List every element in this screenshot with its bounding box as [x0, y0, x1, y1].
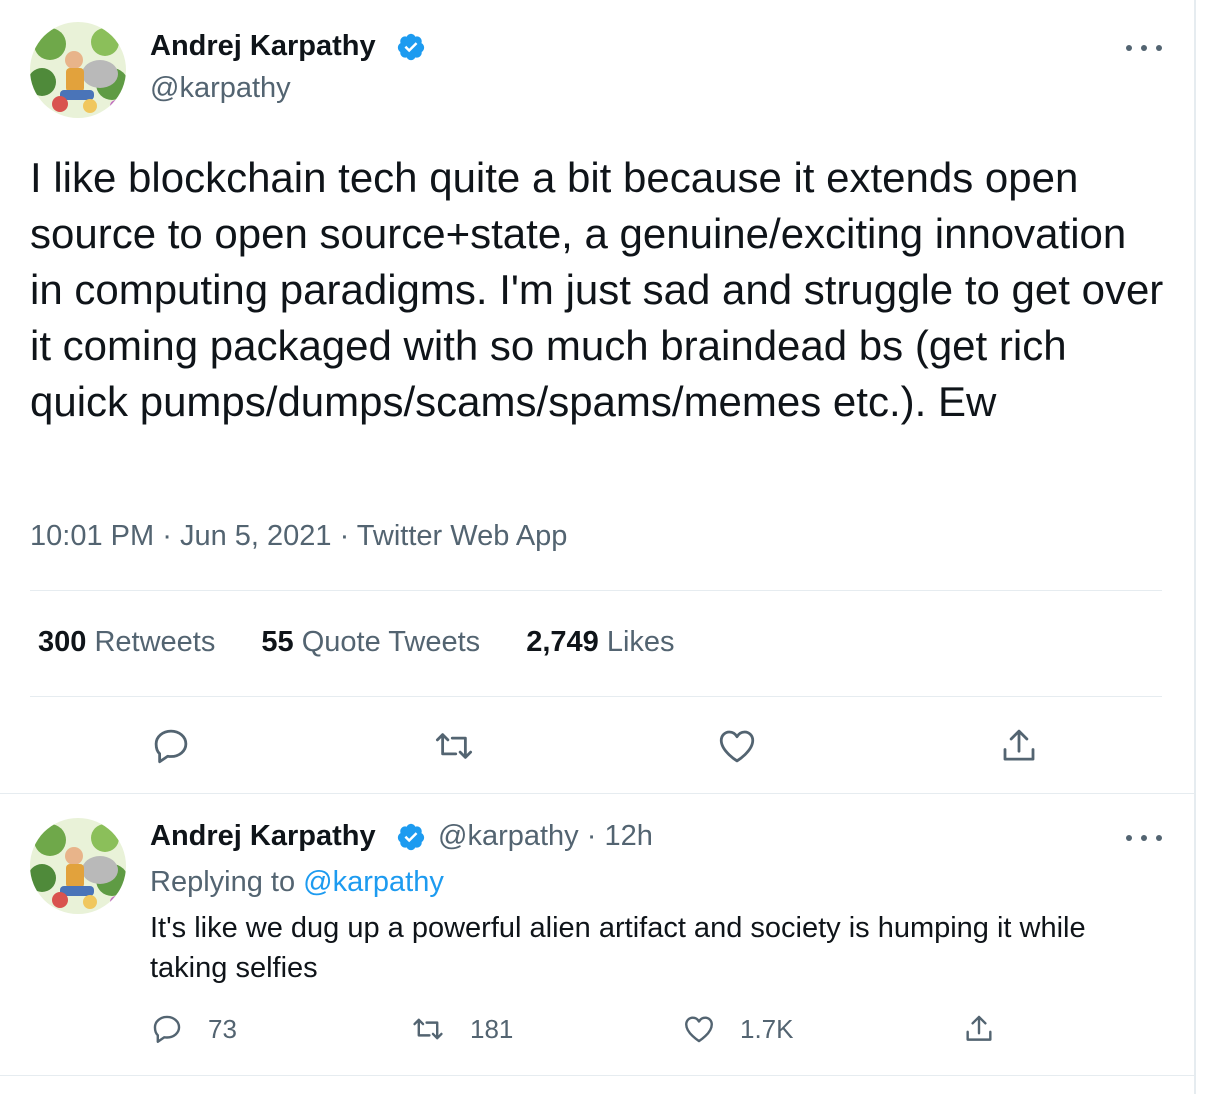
author-avatar[interactable]: [30, 22, 126, 118]
share-icon: [1003, 729, 1035, 761]
retweet-count: 181: [470, 1013, 514, 1044]
retweet-icon: [435, 733, 473, 759]
more-options-icon[interactable]: [1126, 36, 1162, 60]
like-icon: [685, 1016, 713, 1043]
like-icon: [719, 730, 755, 763]
tweet-text: I like blockchain tech quite a bit becau…: [30, 154, 1164, 425]
reply-author-avatar[interactable]: [30, 818, 126, 914]
reply-retweet-button[interactable]: 181: [410, 1012, 513, 1046]
reply-icon: [153, 1015, 181, 1043]
divider: [0, 793, 1194, 794]
tweet-time[interactable]: 10:01 PM: [30, 520, 154, 552]
retweet-icon: [413, 1018, 443, 1040]
author-handle[interactable]: @karpathy: [150, 72, 291, 105]
retweets-stat[interactable]: 300 Retweets: [38, 626, 215, 658]
meta-separator: ·: [339, 520, 350, 552]
verified-badge-icon: [397, 33, 425, 61]
like-button[interactable]: [716, 725, 758, 767]
quote-tweets-count: 55: [261, 626, 294, 658]
reply-share-button[interactable]: [962, 1012, 996, 1046]
divider: [30, 696, 1162, 697]
verified-badge-icon: [397, 823, 425, 851]
author-name[interactable]: Andrej Karpathy: [150, 30, 376, 63]
share-icon: [966, 1015, 992, 1041]
reply-author-handle[interactable]: @karpathy: [438, 820, 579, 852]
retweets-count: 300: [38, 626, 87, 658]
reply-time[interactable]: 12h: [604, 820, 652, 852]
likes-stat[interactable]: 2,749 Likes: [526, 626, 674, 658]
replying-to-label: Replying to: [150, 866, 296, 898]
reply-reply-button[interactable]: 73: [150, 1012, 237, 1046]
share-button[interactable]: [998, 725, 1040, 767]
reply-more-options-icon[interactable]: [1126, 826, 1162, 850]
like-count: 1.7K: [740, 1013, 794, 1044]
tweet-metadata: 10:01 PM · Jun 5, 2021 · Twitter Web App: [30, 520, 567, 553]
reply-meta: @karpathy · 12h: [438, 820, 653, 853]
tweet-date[interactable]: Jun 5, 2021: [180, 520, 332, 552]
reply-count: 73: [208, 1013, 237, 1044]
reply-like-button[interactable]: 1.7K: [682, 1012, 794, 1046]
retweets-label: Retweets: [94, 626, 216, 658]
meta-separator: ·: [162, 520, 172, 552]
reply-button[interactable]: [150, 725, 192, 767]
replying-to-handle[interactable]: @karpathy: [303, 866, 444, 898]
tweet-thread: Andrej Karpathy @karpathy I like blockch…: [0, 0, 1196, 1094]
likes-label: Likes: [606, 626, 675, 658]
retweet-button[interactable]: [432, 725, 476, 767]
reply-text: It's like we dug up a powerful alien art…: [150, 912, 1086, 984]
tweet-source[interactable]: Twitter Web App: [357, 520, 568, 552]
divider: [30, 590, 1162, 591]
quote-tweets-stat[interactable]: 55 Quote Tweets: [261, 626, 480, 658]
engagement-stats: 300 Retweets 55 Quote Tweets 2,749 Likes: [38, 626, 713, 659]
likes-count: 2,749: [526, 626, 599, 658]
replying-to: Replying to @karpathy: [150, 866, 444, 899]
reply-author-name[interactable]: Andrej Karpathy: [150, 820, 376, 853]
reply-icon: [154, 729, 188, 764]
meta-separator: ·: [586, 820, 597, 852]
divider: [0, 1075, 1194, 1076]
quote-tweets-label: Quote Tweets: [301, 626, 481, 658]
